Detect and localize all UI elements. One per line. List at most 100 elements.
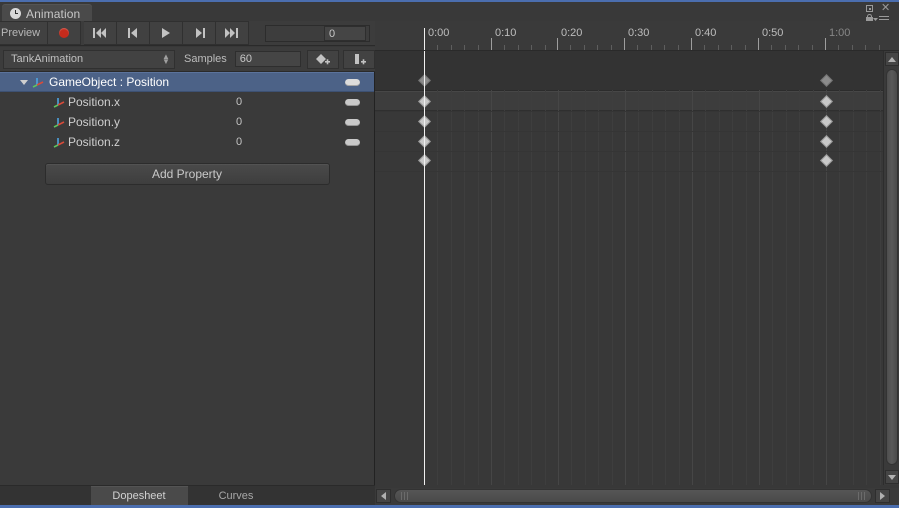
timeline-tick-minor: [812, 45, 813, 50]
window-titlebar: Animation ✕: [0, 0, 899, 23]
row-separator: [375, 171, 883, 172]
timeline-tick-minor: [570, 45, 571, 50]
timeline-tick-minor: [478, 45, 479, 50]
row-separator: [375, 151, 883, 152]
vertical-scrollbar[interactable]: [883, 51, 899, 485]
timeline-ruler[interactable]: 0:00 0:10 0:20 0:30 0:40 0:50 1:00: [375, 21, 899, 51]
next-frame-button[interactable]: [183, 21, 216, 45]
gridline-minor: [652, 90, 653, 485]
timeline-tick-minor: [745, 45, 746, 50]
timeline-tick-major: [624, 38, 625, 50]
gridline-minor: [518, 90, 519, 485]
hierarchy-row-position-y[interactable]: Position.y 0: [0, 112, 374, 132]
add-property-row: Add Property: [0, 163, 374, 185]
timeline-tick-minor: [852, 45, 853, 50]
scroll-grip-right-icon[interactable]: [858, 492, 865, 500]
tab-curves[interactable]: Curves: [188, 486, 285, 505]
keyframe-diamond[interactable]: [819, 153, 833, 167]
preview-button[interactable]: Preview: [0, 21, 48, 45]
gridline-minor: [719, 90, 720, 485]
record-button[interactable]: [48, 21, 81, 45]
previous-frame-button[interactable]: [117, 21, 150, 45]
horizontal-scroll-thumb[interactable]: [394, 489, 872, 503]
clip-toolbar: TankAnimation ▲ ▼ Samples 60: [0, 47, 375, 72]
gridline-minor: [531, 90, 532, 485]
play-icon: [162, 28, 170, 38]
hierarchy-row-label: Position.x: [68, 95, 121, 109]
timeline-tick-marks: 0:00 0:10 0:20 0:30 0:40 0:50 1:00: [375, 21, 899, 50]
add-property-button[interactable]: Add Property: [44, 163, 330, 185]
hierarchy-row-value[interactable]: 0: [236, 116, 242, 128]
row-toggle-pill[interactable]: [345, 118, 360, 126]
vertical-scroll-thumb[interactable]: [886, 69, 898, 465]
playhead-ruler-line[interactable]: [424, 28, 425, 50]
last-frame-button[interactable]: [216, 21, 249, 45]
triangle-left-icon: [381, 492, 386, 500]
current-frame-field[interactable]: 0: [265, 25, 370, 42]
hierarchy-row-value[interactable]: 0: [236, 96, 242, 108]
gridline-major: [759, 90, 760, 485]
maximize-icon[interactable]: [866, 5, 873, 12]
timeline-tick-major: [691, 38, 692, 50]
keyframe-diamond[interactable]: [819, 114, 833, 128]
gridline-minor: [464, 90, 465, 485]
timeline-tick-major: [491, 38, 492, 50]
timeline-tick-minor: [637, 45, 638, 50]
samples-input[interactable]: 60: [234, 51, 301, 67]
scroll-down-button[interactable]: [885, 470, 899, 484]
animation-property-icon: [53, 137, 65, 148]
first-frame-button[interactable]: [84, 21, 117, 45]
scroll-right-button[interactable]: [875, 489, 890, 503]
timeline-tick-minor: [597, 45, 598, 50]
triangle-right-icon: [880, 492, 885, 500]
gridline-minor: [545, 90, 546, 485]
close-icon[interactable]: ✕: [881, 3, 890, 14]
gridline-major: [558, 90, 559, 485]
gridline-major: [625, 90, 626, 485]
scroll-up-button[interactable]: [885, 52, 899, 66]
row-toggle-pill[interactable]: [345, 98, 360, 106]
keyframe-diamond[interactable]: [819, 134, 833, 148]
timeline-tick-minor: [771, 45, 772, 50]
tab-animation-label: Animation: [26, 6, 81, 21]
horizontal-scrollbar[interactable]: [375, 488, 899, 505]
timeline-tick-minor: [865, 45, 866, 50]
clip-selector[interactable]: TankAnimation ▲ ▼: [3, 49, 175, 69]
hierarchy-row-value[interactable]: 0: [236, 136, 242, 148]
mode-tabbar: Dopesheet Curves: [0, 485, 375, 505]
gridline-minor: [732, 90, 733, 485]
timeline-tick-minor: [879, 45, 880, 50]
hierarchy-row-gameobject-position[interactable]: GameObject : Position: [0, 72, 374, 92]
record-dot-icon: [59, 28, 69, 38]
chevron-down-icon[interactable]: [20, 79, 28, 85]
gridline-minor: [638, 90, 639, 485]
timeline-tick-minor: [785, 45, 786, 50]
gridline-minor: [746, 90, 747, 485]
gridline-minor: [665, 90, 666, 485]
timeline-tick-minor: [518, 45, 519, 50]
playhead-line[interactable]: [424, 51, 425, 485]
timeline-tick-label: 0:30: [628, 27, 650, 39]
gridline-minor: [451, 90, 452, 485]
animation-property-icon: [53, 117, 65, 128]
scroll-grip-left-icon[interactable]: [401, 492, 408, 500]
current-frame-value[interactable]: 0: [324, 26, 366, 41]
row-toggle-pill[interactable]: [345, 78, 360, 86]
tab-dopesheet[interactable]: Dopesheet: [90, 486, 188, 505]
add-event-icon: [354, 53, 366, 64]
dopesheet-grid[interactable]: [375, 51, 883, 485]
hierarchy-row-position-x[interactable]: Position.x 0: [0, 92, 374, 112]
add-keyframe-button[interactable]: [306, 49, 339, 69]
gridline-major: [826, 90, 827, 485]
gridline-minor: [504, 90, 505, 485]
hierarchy-row-label: GameObject : Position: [49, 75, 170, 89]
play-button[interactable]: [150, 21, 183, 45]
row-separator: [375, 111, 883, 112]
row-toggle-pill[interactable]: [345, 138, 360, 146]
gridline-minor: [799, 90, 800, 485]
hierarchy-row-position-z[interactable]: Position.z 0: [0, 132, 374, 152]
scroll-left-button[interactable]: [376, 489, 391, 503]
skip-to-end-icon: [225, 28, 238, 38]
add-event-button[interactable]: [342, 49, 375, 69]
clip-name-label: TankAnimation: [11, 53, 84, 65]
